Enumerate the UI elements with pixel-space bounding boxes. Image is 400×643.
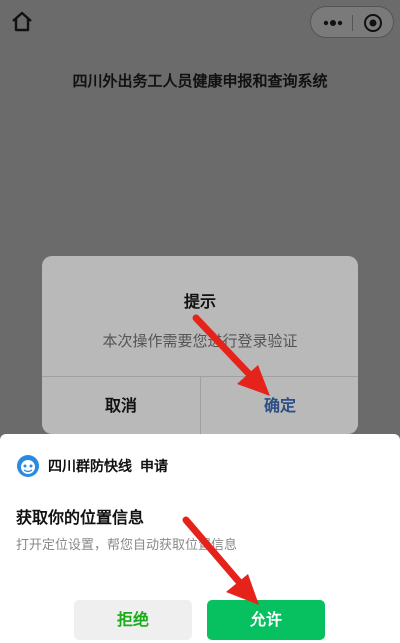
deny-button[interactable]: 拒绝 bbox=[74, 600, 192, 640]
app-header: 四川群防快线 申请 bbox=[16, 454, 168, 478]
allow-button[interactable]: 允许 bbox=[207, 600, 325, 640]
permission-description: 打开定位设置，帮您自动获取位置信息 bbox=[16, 538, 238, 553]
home-icon[interactable] bbox=[10, 10, 34, 34]
login-alert-dialog: 提示 本次操作需要您进行登录验证 取消 确定 bbox=[42, 256, 358, 434]
close-icon[interactable] bbox=[361, 11, 385, 35]
capsule-separator bbox=[352, 15, 353, 31]
alert-title: 提示 bbox=[183, 292, 216, 311]
app-logo-icon bbox=[17, 455, 39, 477]
confirm-button[interactable]: 确定 bbox=[201, 377, 358, 434]
capsule-menu bbox=[310, 6, 394, 38]
request-label: 申请 bbox=[140, 459, 168, 475]
app-name: 四川群防快线 bbox=[48, 459, 132, 475]
more-icon[interactable] bbox=[319, 11, 347, 35]
cancel-button[interactable]: 取消 bbox=[42, 377, 200, 434]
page-title: 四川外出务工人员健康申报和查询系统 bbox=[72, 72, 328, 90]
location-permission-sheet: 四川群防快线 申请 获取你的位置信息 打开定位设置，帮您自动获取位置信息 拒绝 … bbox=[0, 434, 400, 643]
top-bar bbox=[0, 0, 400, 44]
alert-message: 本次操作需要您进行登录验证 bbox=[102, 332, 298, 350]
permission-title: 获取你的位置信息 bbox=[16, 508, 145, 527]
